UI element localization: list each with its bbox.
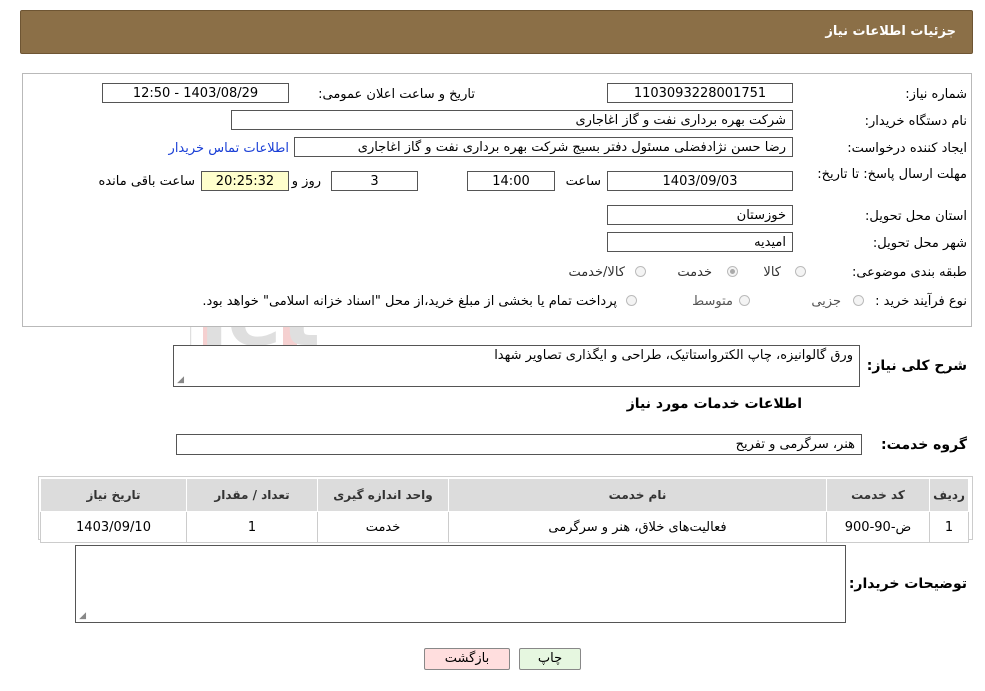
summary-label: شرح کلی نیاز: bbox=[866, 358, 967, 374]
category-label: طبقه بندی موضوعی: bbox=[851, 265, 967, 280]
category-option-goods[interactable]: کالا bbox=[763, 265, 781, 280]
resize-grip-icon[interactable]: ◢ bbox=[78, 612, 86, 621]
buyer-notes-label: توضیحات خریدار: bbox=[848, 576, 967, 592]
col-unit-header: واحد اندازه گیری bbox=[317, 478, 449, 512]
category-radio-goods-service[interactable] bbox=[635, 266, 646, 277]
service-group-label: گروه خدمت: bbox=[881, 437, 967, 453]
announce-datetime-label: تاریخ و ساعت اعلان عمومی: bbox=[318, 87, 475, 102]
buyer-contact-link[interactable]: اطلاعات تماس خریدار bbox=[169, 141, 289, 156]
category-option-goods-service[interactable]: کالا/خدمت bbox=[568, 265, 625, 280]
need-number-field[interactable]: 1103093228001751 bbox=[607, 83, 793, 103]
cell-unit: خدمت bbox=[317, 511, 449, 543]
services-table: ردیف کد خدمت نام خدمت واحد اندازه گیری ت… bbox=[40, 478, 969, 543]
resize-grip-icon[interactable]: ◢ bbox=[176, 376, 184, 385]
category-radio-service[interactable] bbox=[727, 266, 738, 277]
page-title: جزئیات اطلاعات نیاز bbox=[825, 24, 956, 39]
city-label: شهر محل تحویل: bbox=[872, 236, 967, 251]
page-header: جزئیات اطلاعات نیاز bbox=[20, 10, 973, 54]
category-option-service[interactable]: خدمت bbox=[677, 265, 712, 280]
deadline-date-field[interactable]: 1403/09/03 bbox=[607, 171, 793, 191]
service-group-field[interactable]: هنر، سرگرمی و تفریح bbox=[176, 434, 862, 455]
deadline-label: مهلت ارسال پاسخ: تا تاریخ: bbox=[817, 167, 967, 182]
remaining-label: ساعت باقی مانده bbox=[98, 174, 195, 189]
table-row: 1 ض-90-900 فعالیت‌های خلاق، هنر و سرگرمی… bbox=[40, 511, 969, 543]
services-section-title: اطلاعات خدمات مورد نیاز bbox=[626, 396, 802, 412]
cell-code: ض-90-900 bbox=[826, 511, 930, 543]
announce-datetime-field[interactable]: 1403/08/29 - 12:50 bbox=[102, 83, 289, 103]
col-qty-header: تعداد / مقدار bbox=[186, 478, 318, 512]
purchase-radio-minor[interactable] bbox=[853, 295, 864, 306]
remaining-time-field: 20:25:32 bbox=[201, 171, 289, 191]
cell-date: 1403/09/10 bbox=[40, 511, 187, 543]
province-label: استان محل تحویل: bbox=[865, 209, 967, 224]
days-label: روز و bbox=[291, 174, 321, 189]
cell-row: 1 bbox=[929, 511, 969, 543]
purchase-type-label: نوع فرآیند خرید : bbox=[875, 294, 967, 309]
treasury-checkbox[interactable] bbox=[626, 295, 637, 306]
back-button[interactable]: بازگشت bbox=[424, 648, 510, 670]
need-number-label: شماره نیاز: bbox=[905, 87, 967, 102]
category-radio-goods[interactable] bbox=[795, 266, 806, 277]
summary-textarea[interactable]: ورق گالوانیزه، چاپ الکترواستاتیک، طراحی … bbox=[173, 345, 860, 387]
purchase-radio-medium[interactable] bbox=[739, 295, 750, 306]
city-field[interactable]: امیدیه bbox=[607, 232, 793, 252]
col-code-header: کد خدمت bbox=[826, 478, 930, 512]
cell-name: فعالیت‌های خلاق، هنر و سرگرمی bbox=[448, 511, 827, 543]
purchase-option-minor[interactable]: جزیی bbox=[811, 294, 841, 309]
buyer-org-label: نام دستگاه خریدار: bbox=[864, 114, 967, 129]
time-label: ساعت bbox=[565, 174, 601, 189]
cell-qty: 1 bbox=[186, 511, 318, 543]
province-field[interactable]: خوزستان bbox=[607, 205, 793, 225]
purchase-option-medium[interactable]: متوسط bbox=[692, 294, 733, 309]
summary-text: ورق گالوانیزه، چاپ الکترواستاتیک، طراحی … bbox=[494, 348, 853, 363]
deadline-time-field[interactable]: 14:00 bbox=[467, 171, 555, 191]
requester-field[interactable]: رضا حسن نژادفضلی مسئول دفتر بسیج شرکت به… bbox=[294, 137, 793, 157]
print-button[interactable]: چاپ bbox=[519, 648, 581, 670]
col-row-header: ردیف bbox=[929, 478, 969, 512]
requester-label: ایجاد کننده درخواست: bbox=[847, 141, 967, 156]
days-field[interactable]: 3 bbox=[331, 171, 418, 191]
col-name-header: نام خدمت bbox=[448, 478, 827, 512]
buyer-org-field[interactable]: شرکت بهره برداری نفت و گاز اغاجاری bbox=[231, 110, 793, 130]
buyer-notes-textarea[interactable]: ◢ bbox=[75, 545, 846, 623]
payment-note: پرداخت تمام یا بخشی از مبلغ خرید،از محل … bbox=[202, 294, 617, 309]
col-date-header: تاریخ نیاز bbox=[40, 478, 187, 512]
table-header-row: ردیف کد خدمت نام خدمت واحد اندازه گیری ت… bbox=[40, 478, 969, 512]
